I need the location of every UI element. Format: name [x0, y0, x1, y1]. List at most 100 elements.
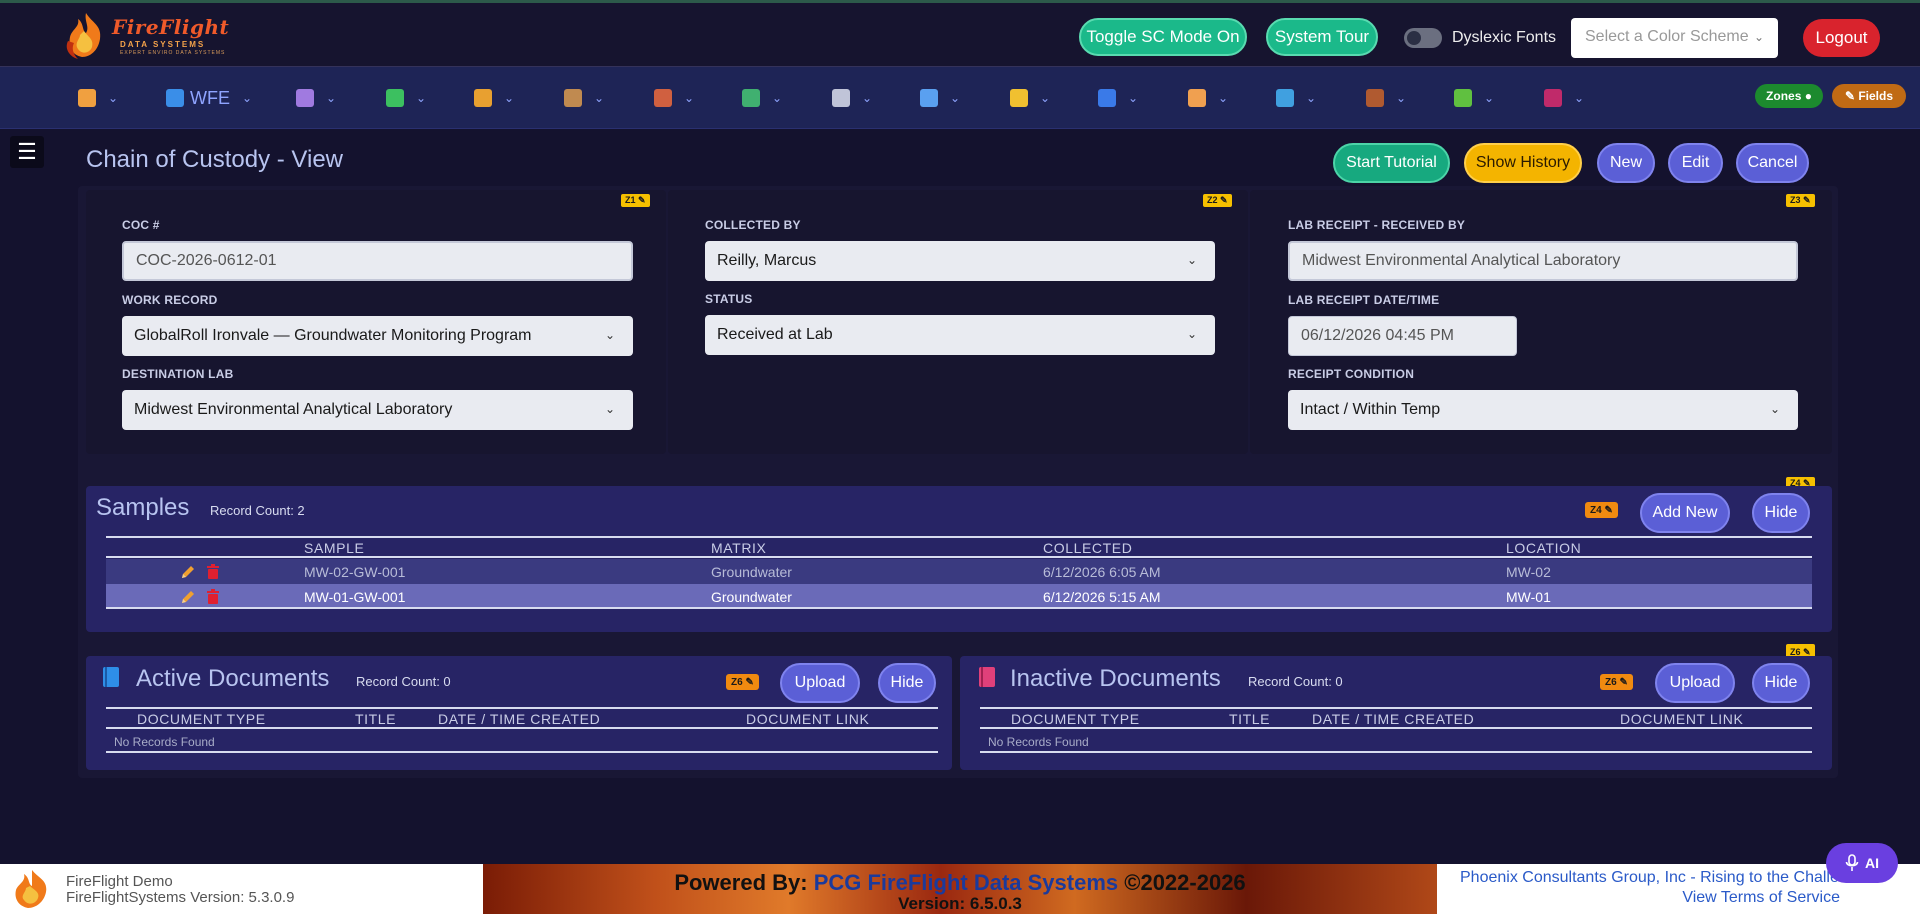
- main-nav: ⌄ WFE ⌄ ⌄ ⌄ ⌄ ⌄ ⌄ ⌄ ⌄ ⌄ ⌄ ⌄ ⌄ ⌄ ⌄ ⌄ ⌄: [0, 67, 1920, 129]
- nav-item-box[interactable]: ⌄: [564, 87, 604, 109]
- edit-button[interactable]: Edit: [1668, 143, 1723, 183]
- new-button[interactable]: New: [1597, 143, 1655, 183]
- toggle-sc-mode-button[interactable]: Toggle SC Mode On: [1079, 18, 1247, 56]
- nav-item-tree[interactable]: ⌄: [1366, 87, 1406, 109]
- collected-by-label: COLLECTED BY: [705, 218, 801, 232]
- add-new-sample-button[interactable]: Add New: [1640, 493, 1730, 533]
- nav-item-brick[interactable]: ⌄: [654, 87, 694, 109]
- chevron-down-icon: ⌄: [1218, 91, 1229, 105]
- dyslexic-fonts-toggle[interactable]: [1404, 28, 1442, 48]
- nav-item-form[interactable]: ⌄: [296, 87, 336, 109]
- column-header-document-type[interactable]: DOCUMENT TYPE: [1011, 711, 1140, 727]
- system-tour-button[interactable]: System Tour: [1266, 18, 1378, 56]
- powered-by-company[interactable]: PCG FireFlight Data Systems: [814, 870, 1118, 895]
- show-history-button[interactable]: Show History: [1464, 143, 1582, 183]
- active-documents-zone-tag[interactable]: Z6 ✎: [726, 674, 759, 690]
- samples-record-count: Record Count: 2: [210, 503, 305, 518]
- zones-badge[interactable]: Zones ●: [1755, 84, 1823, 108]
- color-scheme-select[interactable]: Select a Color Scheme ⌄: [1571, 18, 1778, 58]
- sample-id: MW-02-GW-001: [304, 564, 406, 580]
- footer-version: Version: 6.5.0.3: [898, 894, 1022, 913]
- samples-table-header: SAMPLE MATRIX COLLECTED LOCATION: [106, 536, 1812, 558]
- column-header-document-type[interactable]: DOCUMENT TYPE: [137, 711, 266, 727]
- hide-inactive-documents-button[interactable]: Hide: [1752, 663, 1810, 703]
- fireflight-logo[interactable]: FireFlight DATA SYSTEMS EXPERT ENVIRO DA…: [62, 9, 242, 63]
- nav-item-virus[interactable]: ⌄: [1544, 87, 1584, 109]
- samples-zone-tag[interactable]: Z4 ✎: [1585, 502, 1618, 518]
- nav-item-sprout[interactable]: ⌄: [1454, 87, 1494, 109]
- virus-icon: [1544, 89, 1562, 107]
- tree-icon: [1366, 89, 1384, 107]
- nav-item-truck[interactable]: ⌄: [474, 87, 514, 109]
- zone-3-tag[interactable]: Z3 ✎: [1786, 194, 1815, 207]
- lab-receipt-datetime-field[interactable]: 06/12/2026 04:45 PM: [1288, 316, 1517, 356]
- company-tagline-link[interactable]: Phoenix Consultants Group, Inc - Rising …: [1460, 868, 1840, 888]
- chevron-down-icon: ⌄: [1040, 91, 1051, 105]
- destination-lab-select[interactable]: Midwest Environmental Analytical Laborat…: [122, 390, 633, 430]
- nav-item-layers[interactable]: ⌄: [1276, 87, 1316, 109]
- table-row[interactable]: MW-01-GW-001 Groundwater 6/12/2026 5:15 …: [106, 584, 1812, 609]
- fields-badge[interactable]: ✎ Fields: [1832, 84, 1906, 108]
- column-header-date-created[interactable]: DATE / TIME CREATED: [1312, 711, 1474, 727]
- upload-inactive-document-button[interactable]: Upload: [1655, 663, 1735, 703]
- collected-by-select[interactable]: Reilly, Marcus ⌄: [705, 241, 1215, 281]
- column-header-title[interactable]: TITLE: [355, 711, 396, 727]
- lightbulb-icon: [1010, 89, 1028, 107]
- lab-receipt-datetime-label: LAB RECEIPT DATE/TIME: [1288, 293, 1440, 307]
- nav-item-document[interactable]: ⌄: [832, 87, 872, 109]
- delete-trash-icon[interactable]: [205, 563, 221, 580]
- logo-tagline: EXPERT ENVIRO DATA SYSTEMS: [120, 50, 226, 56]
- dyslexic-fonts-toggle-group: Dyslexic Fonts: [1404, 28, 1556, 48]
- column-header-location[interactable]: LOCATION: [1506, 540, 1581, 556]
- hide-samples-button[interactable]: Hide: [1752, 493, 1810, 533]
- hide-active-documents-button[interactable]: Hide: [878, 663, 936, 703]
- nav-item-puzzle[interactable]: ⌄: [386, 87, 426, 109]
- powered-by-copyright: ©2022-2026: [1124, 870, 1246, 895]
- sidebar-menu-icon[interactable]: ☰: [10, 136, 44, 168]
- upload-active-document-button[interactable]: Upload: [780, 663, 860, 703]
- hand-icon: [1188, 89, 1206, 107]
- column-header-document-link[interactable]: DOCUMENT LINK: [1620, 711, 1743, 727]
- terms-of-service-link[interactable]: View Terms of Service: [1460, 888, 1840, 908]
- nav-item-home[interactable]: ⌄: [78, 87, 118, 109]
- column-header-matrix[interactable]: MATRIX: [711, 540, 766, 556]
- footer: FireFlight Demo FireFlightSystems Versio…: [0, 864, 1920, 914]
- footer-banner: Powered By: PCG FireFlight Data Systems …: [483, 864, 1437, 914]
- delete-trash-icon[interactable]: [205, 588, 221, 605]
- active-documents-empty-message: No Records Found: [106, 733, 938, 753]
- table-row[interactable]: MW-02-GW-001 Groundwater 6/12/2026 6:05 …: [106, 559, 1812, 584]
- column-header-date-created[interactable]: DATE / TIME CREATED: [438, 711, 600, 727]
- coc-number-field[interactable]: COC-2026-0612-01: [122, 241, 633, 281]
- receipt-condition-select[interactable]: Intact / Within Temp ⌄: [1288, 390, 1798, 430]
- cancel-button[interactable]: Cancel: [1736, 143, 1809, 183]
- zone-1-tag[interactable]: Z1 ✎: [621, 194, 650, 207]
- color-scheme-placeholder: Select a Color Scheme: [1585, 28, 1749, 45]
- zone-2-tag[interactable]: Z2 ✎: [1203, 194, 1232, 207]
- inactive-documents-zone-tag[interactable]: Z6 ✎: [1600, 674, 1633, 690]
- nav-item-wfe[interactable]: WFE ⌄: [166, 87, 252, 109]
- column-header-document-link[interactable]: DOCUMENT LINK: [746, 711, 869, 727]
- column-header-collected[interactable]: COLLECTED: [1043, 540, 1132, 556]
- start-tutorial-button[interactable]: Start Tutorial: [1333, 143, 1450, 183]
- ai-assistant-button[interactable]: AI: [1826, 843, 1898, 883]
- nav-item-shield[interactable]: ⌄: [1098, 87, 1138, 109]
- logo-wordmark: FireFlight: [112, 15, 230, 39]
- nav-item-hand[interactable]: ⌄: [1188, 87, 1228, 109]
- status-select[interactable]: Received at Lab ⌄: [705, 315, 1215, 355]
- chevron-down-icon: ⌄: [416, 91, 427, 105]
- lab-received-by-field[interactable]: Midwest Environmental Analytical Laborat…: [1288, 241, 1798, 281]
- chevron-down-icon: ⌄: [504, 91, 515, 105]
- chevron-down-icon: ⌄: [862, 91, 873, 105]
- dyslexic-fonts-label: Dyslexic Fonts: [1452, 29, 1557, 46]
- nav-item-lightbulb[interactable]: ⌄: [1010, 87, 1050, 109]
- inactive-documents-empty-message: No Records Found: [980, 733, 1812, 753]
- column-header-sample[interactable]: SAMPLE: [304, 540, 364, 556]
- nav-item-leaf[interactable]: ⌄: [742, 87, 782, 109]
- column-header-title[interactable]: TITLE: [1229, 711, 1270, 727]
- edit-pencil-icon[interactable]: [180, 589, 196, 605]
- logout-button[interactable]: Logout: [1803, 19, 1880, 57]
- nav-item-search[interactable]: ⌄: [920, 87, 960, 109]
- work-record-select[interactable]: GlobalRoll Ironvale — Groundwater Monito…: [122, 316, 633, 356]
- edit-pencil-icon[interactable]: [180, 564, 196, 580]
- chevron-down-icon: ⌄: [950, 91, 961, 105]
